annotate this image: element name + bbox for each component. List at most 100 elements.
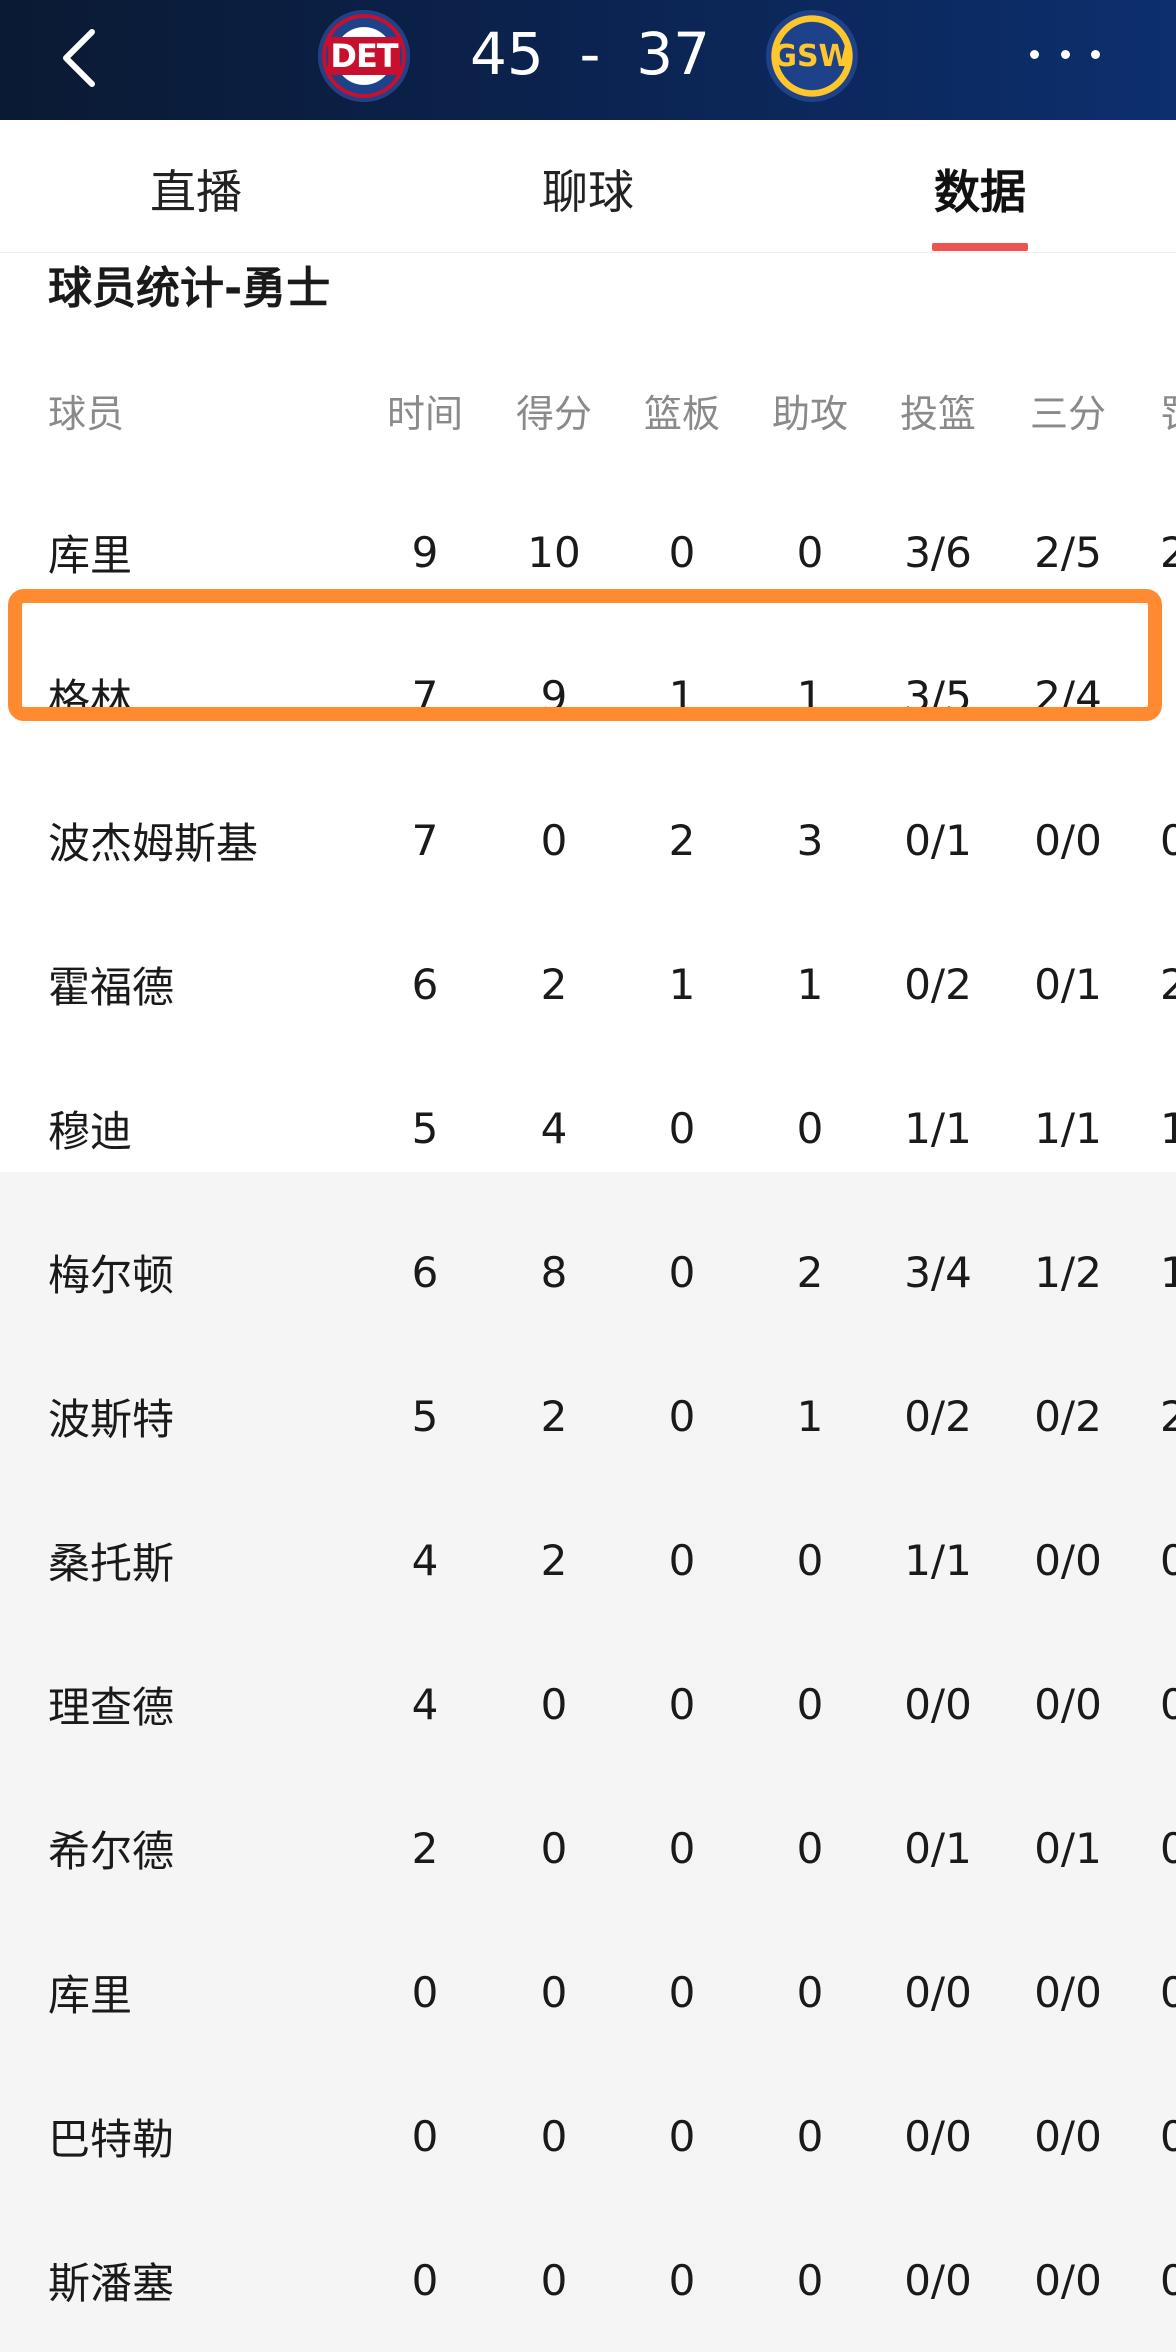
table-row[interactable]: 霍福德 6 2 1 1 0/2 0/1 2 bbox=[0, 912, 1176, 1056]
player-name[interactable]: 斯潘塞 bbox=[48, 2208, 348, 2352]
stat-assists: 1 bbox=[796, 671, 824, 721]
back-chevron-icon[interactable] bbox=[58, 28, 102, 88]
stat-field-goals: 0/2 bbox=[904, 959, 972, 1009]
stat-rebounds: 1 bbox=[668, 959, 696, 1009]
stat-free-throws: 0 bbox=[1160, 1679, 1176, 1729]
stat-rebounds: 0 bbox=[668, 1103, 696, 1153]
more-options-icon[interactable] bbox=[1030, 44, 1100, 64]
player-name[interactable]: 霍福德 bbox=[48, 912, 348, 1056]
more-dot bbox=[1030, 49, 1039, 59]
stat-field-goals: 0/0 bbox=[904, 1967, 972, 2017]
table-row[interactable]: 桑托斯 4 2 0 0 1/1 0/0 0 bbox=[0, 1488, 1176, 1632]
stat-three-pointers: 0/1 bbox=[1034, 959, 1102, 1009]
stat-assists: 0 bbox=[796, 1823, 824, 1873]
header-minutes[interactable]: 时间 bbox=[365, 340, 485, 480]
stat-minutes: 7 bbox=[411, 815, 439, 865]
stat-points: 0 bbox=[540, 815, 568, 865]
stat-minutes: 0 bbox=[411, 1967, 439, 2017]
stat-points: 0 bbox=[540, 2111, 568, 2161]
tab-stats[interactable]: 数据 bbox=[880, 156, 1080, 222]
stat-rebounds: 0 bbox=[668, 1391, 696, 1441]
stat-field-goals: 0/0 bbox=[904, 1679, 972, 1729]
stat-free-throws: 0 bbox=[1160, 815, 1176, 865]
header-free-throws[interactable]: 罚 bbox=[1160, 340, 1176, 480]
stat-free-throws: 0 bbox=[1160, 1535, 1176, 1585]
stat-free-throws: 2 bbox=[1160, 527, 1176, 577]
home-team-logo-text: DET bbox=[328, 37, 400, 75]
header-rebounds[interactable]: 篮板 bbox=[622, 340, 742, 480]
table-row[interactable]: 库里 0 0 0 0 0/0 0/0 0 bbox=[0, 1920, 1176, 2064]
table-row[interactable]: 波斯特 5 2 0 1 0/2 0/2 2 bbox=[0, 1344, 1176, 1488]
stat-three-pointers: 0/0 bbox=[1034, 2111, 1102, 2161]
stat-assists: 0 bbox=[796, 1535, 824, 1585]
table-row[interactable]: 斯潘塞 0 0 0 0 0/0 0/0 0 bbox=[0, 2208, 1176, 2352]
tab-bar: 直播 聊球 数据 bbox=[0, 120, 1176, 253]
player-name[interactable]: 桑托斯 bbox=[48, 1488, 348, 1632]
table-row[interactable]: 理查德 4 0 0 0 0/0 0/0 0 bbox=[0, 1632, 1176, 1776]
home-team-logo[interactable]: DET bbox=[318, 10, 410, 102]
table-row[interactable]: 梅尔顿 6 8 0 2 3/4 1/2 1 bbox=[0, 1200, 1176, 1344]
table-row[interactable]: 库里 9 10 0 0 3/6 2/5 2 bbox=[0, 480, 1176, 624]
stat-rebounds: 1 bbox=[668, 671, 696, 721]
scoreline: 45 - 37 bbox=[470, 14, 710, 94]
stat-field-goals: 0/1 bbox=[904, 1823, 972, 1873]
stat-assists: 2 bbox=[796, 1247, 824, 1297]
stat-field-goals: 0/1 bbox=[904, 815, 972, 865]
player-name[interactable]: 格林 bbox=[48, 624, 348, 768]
stat-assists: 1 bbox=[796, 1391, 824, 1441]
stat-rebounds: 0 bbox=[668, 1247, 696, 1297]
stat-three-pointers: 0/0 bbox=[1034, 1967, 1102, 2017]
player-stats-table: 球员 时间 得分 篮板 助攻 投篮 三分 罚 库里910003/62/52格林 7… bbox=[0, 340, 1176, 2352]
away-score: 37 bbox=[636, 20, 710, 88]
player-name[interactable]: 库里 bbox=[48, 1920, 348, 2064]
stat-minutes: 0 bbox=[411, 2111, 439, 2161]
player-name[interactable]: 波斯特 bbox=[48, 1344, 348, 1488]
section-title: 球员统计-勇士 bbox=[48, 263, 331, 314]
stat-field-goals: 0/2 bbox=[904, 1391, 972, 1441]
stat-points: 0 bbox=[540, 2255, 568, 2305]
stat-free-throws: 1 bbox=[1160, 1247, 1176, 1297]
player-name[interactable]: 希尔德 bbox=[48, 1776, 348, 1920]
table-header: 球员 时间 得分 篮板 助攻 投篮 三分 罚 bbox=[0, 340, 1176, 480]
stat-points: 0 bbox=[540, 1967, 568, 2017]
stat-assists: 0 bbox=[796, 1967, 824, 2017]
stat-rebounds: 0 bbox=[668, 2111, 696, 2161]
player-name[interactable]: 理查德 bbox=[48, 1632, 348, 1776]
table-row[interactable]: 波杰姆斯基 7 0 2 3 0/1 0/0 0 bbox=[0, 768, 1176, 912]
player-name[interactable]: 穆迪 bbox=[48, 1056, 348, 1200]
score-separator: - bbox=[579, 20, 601, 88]
stat-points: 0 bbox=[540, 1823, 568, 1873]
player-name[interactable]: 波杰姆斯基 bbox=[48, 768, 348, 912]
stat-points: 2 bbox=[540, 959, 568, 1009]
scoreboard-bar: DET 45 - 37 GSW bbox=[0, 0, 1176, 120]
table-row[interactable]: 巴特勒 0 0 0 0 0/0 0/0 0 bbox=[0, 2064, 1176, 2208]
tab-chat[interactable]: 聊球 bbox=[488, 156, 688, 222]
player-name[interactable]: 库里 bbox=[48, 480, 348, 624]
away-team-logo-text: GSW bbox=[772, 38, 852, 74]
stat-minutes: 5 bbox=[411, 1103, 439, 1153]
table-body: 库里 9 10 0 0 3/6 2/5 2 格林 7 9 1 1 3/5 2/4 波杰姆斯基 7 0 2 3 0/1 0/… bbox=[0, 480, 1176, 2352]
stat-rebounds: 0 bbox=[668, 1967, 696, 2017]
stat-free-throws: 0 bbox=[1160, 2111, 1176, 2161]
header-assists[interactable]: 助攻 bbox=[750, 340, 870, 480]
header-points[interactable]: 得分 bbox=[494, 340, 614, 480]
stat-free-throws: 2 bbox=[1160, 1391, 1176, 1441]
stat-free-throws: 1 bbox=[1160, 1103, 1176, 1153]
stat-assists: 0 bbox=[796, 1679, 824, 1729]
stat-field-goals: 3/5 bbox=[904, 671, 972, 721]
player-name[interactable]: 梅尔顿 bbox=[48, 1200, 348, 1344]
stat-free-throws: 0 bbox=[1160, 1823, 1176, 1873]
table-row[interactable]: 格林 7 9 1 1 3/5 2/4 bbox=[0, 624, 1176, 768]
away-team-logo[interactable]: GSW bbox=[766, 10, 858, 102]
player-name[interactable]: 巴特勒 bbox=[48, 2064, 348, 2208]
tab-live[interactable]: 直播 bbox=[96, 156, 296, 222]
stat-three-pointers: 0/0 bbox=[1034, 1535, 1102, 1585]
stat-rebounds: 0 bbox=[668, 2255, 696, 2305]
table-row[interactable]: 穆迪 5 4 0 0 1/1 1/1 1 bbox=[0, 1056, 1176, 1200]
header-field-goals[interactable]: 投篮 bbox=[878, 340, 998, 480]
stat-three-pointers: 0/0 bbox=[1034, 1679, 1102, 1729]
table-row[interactable]: 希尔德 2 0 0 0 0/1 0/1 0 bbox=[0, 1776, 1176, 1920]
stat-points: 10 bbox=[527, 527, 581, 577]
header-three-pointers[interactable]: 三分 bbox=[1006, 340, 1130, 480]
stat-three-pointers: 0/2 bbox=[1034, 1391, 1102, 1441]
